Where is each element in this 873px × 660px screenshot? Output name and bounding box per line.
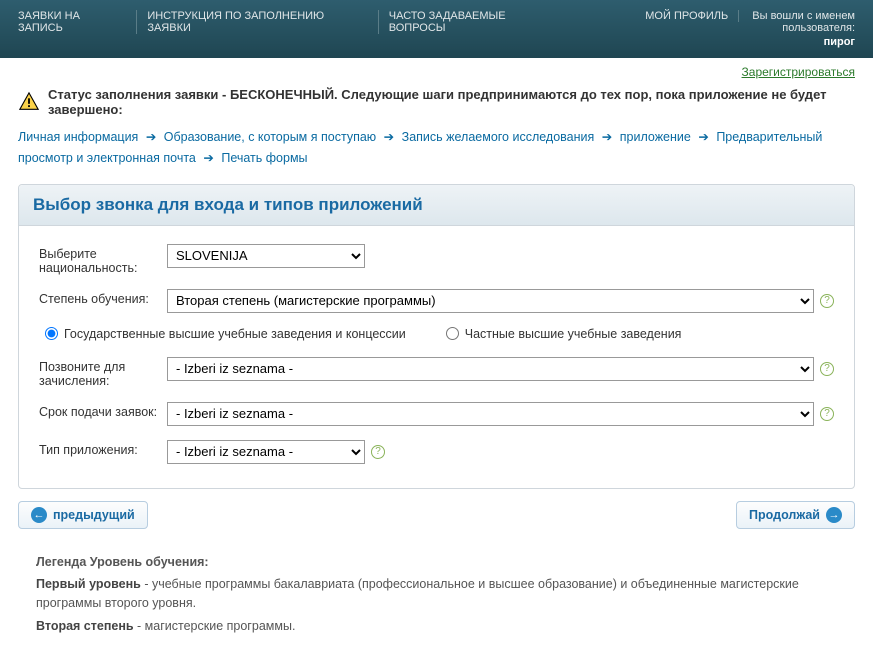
chevron-right-icon: ➔ xyxy=(602,127,612,148)
arrow-right-icon: → xyxy=(826,507,842,523)
form-panel: Выбор звонка для входа и типов приложени… xyxy=(18,184,855,489)
prev-button[interactable]: ← предыдущий xyxy=(18,501,148,529)
call-select[interactable]: - Izberi iz seznama - xyxy=(167,357,814,381)
legend-line-2: Вторая степень - магистерские программы. xyxy=(36,617,837,636)
register-row: Зарегистрироваться xyxy=(0,58,873,81)
radio-private-input[interactable] xyxy=(446,327,459,340)
chevron-right-icon: ➔ xyxy=(384,127,394,148)
chevron-right-icon: ➔ xyxy=(146,127,156,148)
legend-title: Легенда Уровень обучения: xyxy=(36,553,837,572)
chevron-right-icon: ➔ xyxy=(698,127,708,148)
crumb-print[interactable]: Печать формы xyxy=(221,151,307,165)
logged-as-label: Вы вошли с именем пользователя: xyxy=(742,10,855,34)
nationality-label: Выберите национальность: xyxy=(39,244,167,275)
status-row: Статус заполнения заявки - БЕСКОНЕЧНЫЙ. … xyxy=(18,87,855,117)
help-icon[interactable]: ? xyxy=(820,294,834,308)
institution-type-radios: Государственные высшие учебные заведения… xyxy=(45,327,834,341)
breadcrumb: Личная информация ➔ Образование, с котор… xyxy=(18,127,855,170)
nav-buttons: ← предыдущий Продолжай → xyxy=(18,501,855,529)
status-text: Статус заполнения заявки - БЕСКОНЕЧНЫЙ. … xyxy=(48,87,855,117)
call-label: Позвоните для зачисления: xyxy=(39,357,167,388)
level-select[interactable]: Вторая степень (магистерские программы) xyxy=(167,289,814,313)
crumb-study[interactable]: Запись желаемого исследования xyxy=(402,130,595,144)
help-icon[interactable]: ? xyxy=(820,362,834,376)
help-icon[interactable]: ? xyxy=(371,445,385,459)
radio-state-input[interactable] xyxy=(45,327,58,340)
topnav-links: ЗАЯВКИ НА ЗАПИСЬ ИНСТРУКЦИЯ ПО ЗАПОЛНЕНИ… xyxy=(18,10,573,34)
deadline-label: Срок подачи заявок: xyxy=(39,402,167,419)
next-button-label: Продолжай xyxy=(749,508,820,522)
register-link[interactable]: Зарегистрироваться xyxy=(742,65,855,79)
radio-private-label: Частные высшие учебные заведения xyxy=(465,327,682,341)
nav-link-applications[interactable]: ЗАЯВКИ НА ЗАПИСЬ xyxy=(18,10,137,34)
arrow-left-icon: ← xyxy=(31,507,47,523)
level-label: Степень обучения: xyxy=(39,289,167,306)
deadline-select[interactable]: - Izberi iz seznama - xyxy=(167,402,814,426)
username: пирог xyxy=(573,36,855,48)
apptype-select[interactable]: - Izberi iz seznama - xyxy=(167,440,365,464)
top-navigation: ЗАЯВКИ НА ЗАПИСЬ ИНСТРУКЦИЯ ПО ЗАПОЛНЕНИ… xyxy=(0,0,873,58)
crumb-education[interactable]: Образование, с которым я поступаю xyxy=(164,130,376,144)
nav-link-instructions[interactable]: ИНСТРУКЦИЯ ПО ЗАПОЛНЕНИЮ ЗАЯВКИ xyxy=(137,10,378,34)
apptype-label: Тип приложения: xyxy=(39,440,167,457)
nav-link-faq[interactable]: ЧАСТО ЗАДАВАЕМЫЕ ВОПРОСЫ xyxy=(379,10,573,34)
radio-state-label: Государственные высшие учебные заведения… xyxy=(64,327,406,341)
chevron-right-icon: ➔ xyxy=(203,148,213,169)
legend-line-1: Первый уровень - учебные программы бакал… xyxy=(36,575,837,613)
next-button[interactable]: Продолжай → xyxy=(736,501,855,529)
legend: Легенда Уровень обучения: Первый уровень… xyxy=(18,553,855,636)
prev-button-label: предыдущий xyxy=(53,508,135,522)
crumb-application[interactable]: приложение xyxy=(620,130,691,144)
topnav-user: МОЙ ПРОФИЛЬ Вы вошли с именем пользовате… xyxy=(573,10,855,48)
panel-title: Выбор звонка для входа и типов приложени… xyxy=(19,185,854,226)
crumb-personal[interactable]: Личная информация xyxy=(18,130,138,144)
nationality-select[interactable]: SLOVENIJA xyxy=(167,244,365,268)
help-icon[interactable]: ? xyxy=(820,407,834,421)
radio-private[interactable]: Частные высшие учебные заведения xyxy=(446,327,682,341)
radio-state[interactable]: Государственные высшие учебные заведения… xyxy=(45,327,406,341)
warning-icon xyxy=(18,91,40,113)
nav-link-profile[interactable]: МОЙ ПРОФИЛЬ xyxy=(645,10,739,22)
